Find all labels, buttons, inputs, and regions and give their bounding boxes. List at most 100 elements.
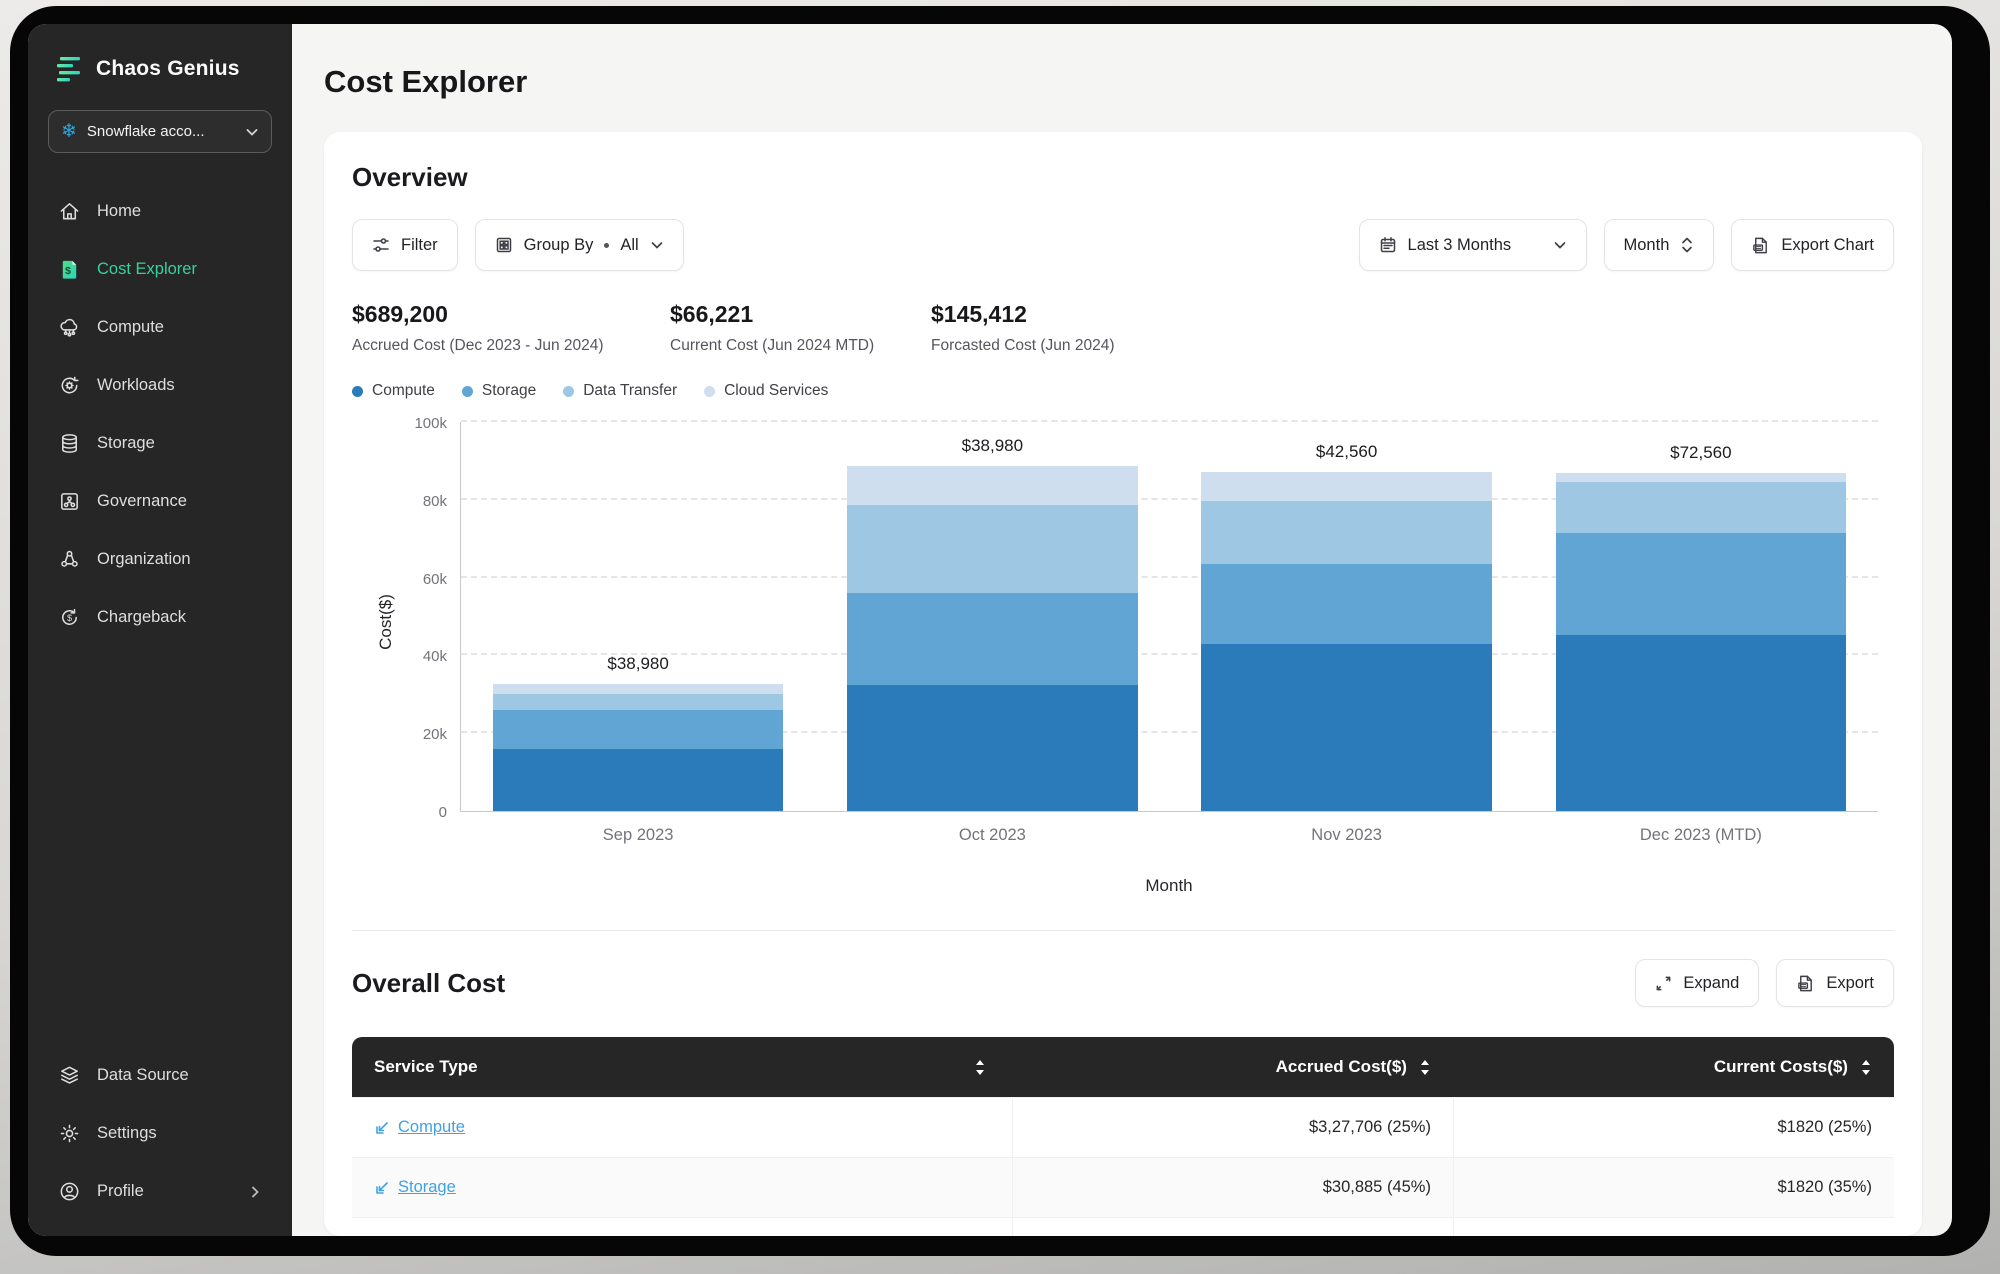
table-row: Storage $30,885 (45%) $1820 (35%) (352, 1157, 1894, 1217)
sidebar-item-cost-explorer[interactable]: $ Cost Explorer (48, 247, 272, 292)
sidebar-item-label: Compute (97, 318, 164, 336)
stat-accrued-cost: $689,200 Accrued Cost (Dec 2023 - Jun 20… (352, 301, 670, 355)
export-button[interactable]: Export (1776, 959, 1894, 1007)
sidebar-item-label: Profile (97, 1182, 144, 1200)
service-type-cell: Compute (352, 1098, 1012, 1157)
y-axis-label: Cost($) (375, 594, 395, 650)
overview-toolbar: Filter Group By All Last 3 Months Month … (352, 219, 1894, 271)
column-header-current-costs[interactable]: Current Costs($) (1453, 1037, 1894, 1097)
stacked-bar[interactable] (1555, 473, 1847, 811)
sidebar-item-compute[interactable]: Compute (48, 305, 272, 350)
chart-category-slot: $38,980 Sep 2023 (461, 422, 815, 844)
bar-segment-cloud-services[interactable] (847, 466, 1138, 506)
home-icon (60, 203, 79, 220)
stat-label: Current Cost (Jun 2024 MTD) (670, 337, 875, 354)
legend-dot (461, 385, 473, 397)
sidebar-nav: Home $ Cost Explorer Compute Workloads S… (48, 189, 272, 640)
bar-segment-compute[interactable] (1555, 635, 1847, 811)
settings-gear-icon (60, 1124, 79, 1143)
csv-file-icon (1753, 237, 1768, 253)
sort-icon[interactable] (1419, 1059, 1431, 1076)
bar-segment-compute[interactable] (847, 684, 1138, 811)
chevron-down-icon (245, 125, 259, 139)
bar-total-label: $72,560 (1670, 442, 1732, 462)
service-link-label: Storage (398, 1178, 456, 1196)
sidebar-item-storage[interactable]: Storage (48, 421, 272, 466)
bar-segment-data-transfer[interactable] (492, 694, 784, 710)
sidebar-item-label: Governance (97, 492, 187, 510)
bar-segment-storage[interactable] (492, 709, 784, 749)
dot-separator (604, 242, 610, 248)
sidebar-item-data-source[interactable]: Data Source (48, 1053, 272, 1098)
bar-segment-data-transfer[interactable] (1555, 481, 1847, 533)
page-title: Cost Explorer (324, 64, 528, 99)
bar-segment-cloud-services[interactable] (1201, 472, 1492, 501)
chart-category-slot: $42,560 Nov 2023 (1170, 422, 1524, 844)
bar-segment-storage[interactable] (1555, 532, 1847, 636)
expand-button-label: Expand (1683, 973, 1740, 992)
overview-card: Overview Filter Group By All Last 3 Mont… (324, 132, 1922, 1236)
y-tick-label: 20k (422, 726, 447, 744)
stats-row: $689,200 Accrued Cost (Dec 2023 - Jun 20… (352, 301, 1894, 355)
governance-icon (61, 493, 78, 510)
sidebar: Chaos Genius ❄ Snowflake acco... Home $ … (28, 24, 292, 1236)
filter-button[interactable]: Filter (352, 219, 458, 271)
bar-segment-data-transfer[interactable] (847, 505, 1138, 594)
legend-dot (704, 385, 716, 397)
granularity-select[interactable]: Month (1603, 219, 1715, 271)
sidebar-item-profile[interactable]: Profile (48, 1169, 272, 1214)
storage-database-icon (62, 434, 77, 453)
y-tick-label: 40k (422, 648, 447, 666)
bar-segment-cloud-services[interactable] (1555, 473, 1847, 482)
sort-icon[interactable] (974, 1059, 986, 1076)
bar-segment-compute[interactable] (492, 748, 784, 811)
calendar-icon (1380, 237, 1395, 253)
legend-label: Storage (481, 382, 537, 399)
stacked-bar[interactable] (492, 684, 784, 811)
service-link-storage[interactable]: Storage (374, 1178, 456, 1197)
account-selector[interactable]: ❄ Snowflake acco... (48, 110, 272, 153)
sidebar-item-label: Organization (97, 550, 191, 568)
bar-segment-storage[interactable] (1201, 564, 1492, 644)
expand-button[interactable]: Expand (1635, 959, 1760, 1007)
sidebar-item-settings[interactable]: Settings (48, 1111, 272, 1156)
export-chart-button[interactable]: Export Chart (1731, 219, 1894, 271)
stat-forcasted-cost: $145,412 Forcasted Cost (Jun 2024) (931, 301, 1115, 355)
service-link-compute[interactable]: Compute (374, 1118, 465, 1137)
sidebar-item-label: Storage (97, 434, 155, 452)
column-header-accrued-cost[interactable]: Accrued Cost($) (1012, 1037, 1453, 1097)
sidebar-item-chargeback[interactable]: $ Chargeback (48, 595, 272, 640)
legend-label: Cloud Services (724, 382, 829, 399)
stacked-bar[interactable] (847, 466, 1138, 811)
chevron-down-icon (651, 242, 663, 249)
drill-link-icon (376, 1181, 388, 1194)
bar-segment-cloud-services[interactable] (492, 684, 784, 695)
legend-dot (563, 385, 575, 397)
bar-segment-storage[interactable] (847, 593, 1138, 685)
column-header-service-type[interactable]: Service Type (352, 1037, 1012, 1097)
sidebar-item-label: Home (97, 202, 142, 220)
chart-category-slot: $38,980 Oct 2023 (815, 422, 1169, 844)
drill-link-icon (376, 1121, 388, 1134)
legend-label: Data Transfer (583, 382, 678, 399)
group-by-dropdown[interactable]: Group By All (474, 219, 684, 271)
sidebar-item-workloads[interactable]: Workloads (48, 363, 272, 408)
bar-segment-data-transfer[interactable] (1201, 500, 1492, 564)
bar-segment-compute[interactable] (1201, 643, 1492, 811)
date-range-dropdown[interactable]: Last 3 Months (1358, 219, 1587, 271)
cost-explorer-icon: $ (62, 260, 77, 279)
legend-item-cloud-services: Cloud Services (704, 382, 828, 400)
sidebar-item-organization[interactable]: Organization (48, 537, 272, 582)
stacked-bar[interactable] (1201, 472, 1492, 811)
stat-value: $145,412 (931, 301, 1027, 327)
grid-icon (496, 237, 511, 253)
svg-text:$: $ (65, 265, 71, 277)
sidebar-item-governance[interactable]: Governance (48, 479, 272, 524)
chevron-down-icon (1553, 238, 1567, 252)
sidebar-footer-nav: Data Source Settings Profile (48, 1053, 272, 1214)
group-by-label: Group By (523, 235, 594, 254)
sidebar-item-home[interactable]: Home (48, 189, 272, 234)
organization-icon (61, 550, 78, 567)
sort-icon[interactable] (1860, 1059, 1872, 1076)
